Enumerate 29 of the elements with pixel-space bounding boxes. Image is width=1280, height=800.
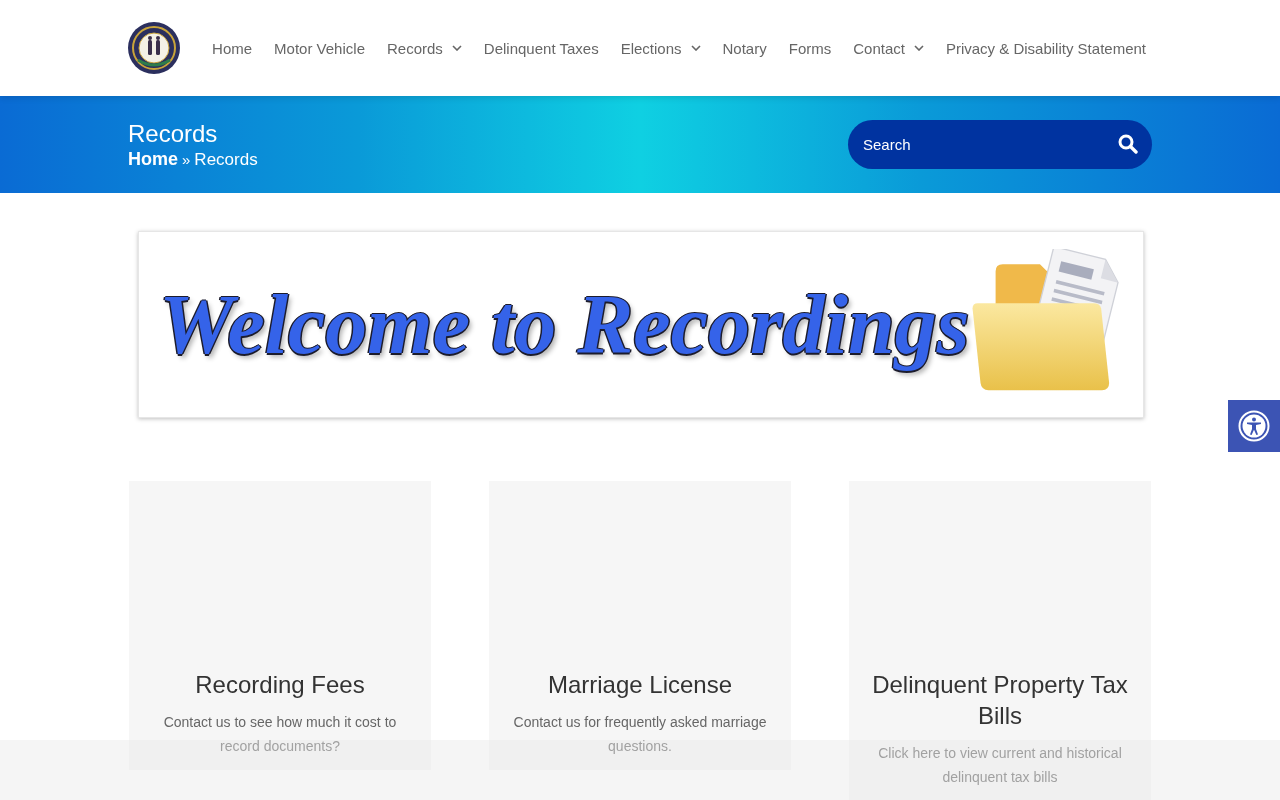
card-title: Recording Fees xyxy=(194,670,366,700)
nav-link[interactable]: Records xyxy=(387,39,462,57)
card-title: Delinquent Property Tax Bills xyxy=(871,670,1129,731)
accessibility-icon xyxy=(1238,410,1270,442)
nav-link[interactable]: Forms xyxy=(788,39,832,57)
breadcrumb-separator: » xyxy=(182,151,191,168)
nav-link[interactable]: Delinquent Taxes xyxy=(483,39,599,57)
accessibility-button[interactable] xyxy=(1228,400,1280,452)
banner-title: Welcome to Recordings xyxy=(159,277,970,373)
card-text: Contact us to see how much it cost to record documents? xyxy=(162,713,398,756)
breadcrumb-link[interactable]: Home xyxy=(128,149,178,170)
search-field[interactable]: Search xyxy=(848,120,1152,169)
nav-link[interactable]: Elections xyxy=(620,39,701,57)
card-text: Contact us for frequently asked marriage questions. xyxy=(512,713,768,756)
nav-link[interactable]: Privacy & Disability Statement xyxy=(945,39,1146,57)
nav-link[interactable]: Notary xyxy=(722,39,767,57)
service-card[interactable]: Recording Fees Contact us to see how much it cost to record documents? xyxy=(129,481,431,770)
card-text: Click here to view current and historical delinquent tax bills xyxy=(877,744,1123,787)
seal-logo[interactable] xyxy=(128,22,180,74)
service-card[interactable]: Delinquent Property Tax Bills Click here to view current and historical delinquent tax bills xyxy=(849,481,1151,800)
search-icon xyxy=(1118,134,1138,154)
nav-link[interactable]: Home xyxy=(212,39,253,57)
nav-link[interactable]: Motor Vehicle xyxy=(274,39,365,57)
nav-link[interactable]: Contact xyxy=(853,39,924,57)
page-title: Records xyxy=(128,119,219,149)
service-card[interactable]: Marriage License Contact us for frequently asked marriage questions. xyxy=(489,481,791,770)
search-button[interactable] xyxy=(1118,134,1138,154)
card-title: Marriage License xyxy=(546,670,734,700)
breadcrumb-current: Records xyxy=(194,150,258,170)
